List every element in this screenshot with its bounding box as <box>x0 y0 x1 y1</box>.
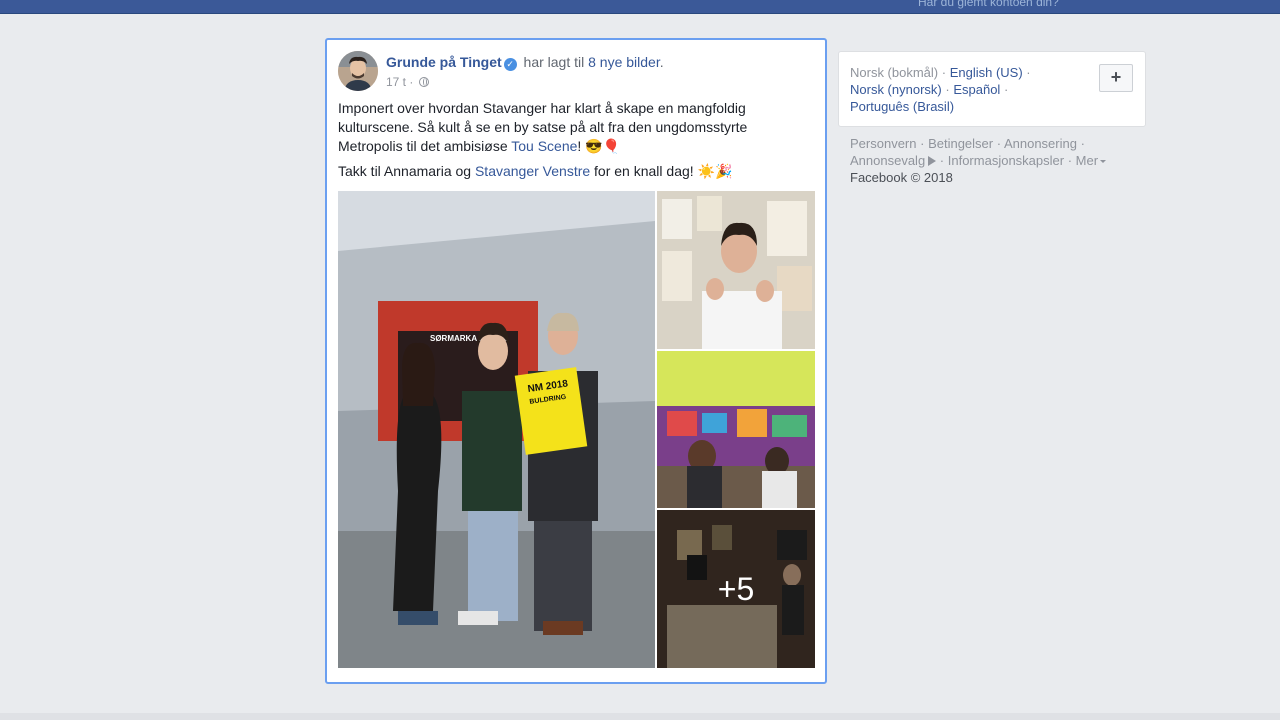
language-link-norsk-nynorsk[interactable]: Norsk (nynorsk) <box>850 82 942 97</box>
language-selector-box: Norsk (bokmål) · English (US) · Norsk (n… <box>838 51 1146 127</box>
language-link-espanol[interactable]: Español <box>953 82 1000 97</box>
more-photos-overlay[interactable]: +5 <box>657 510 815 668</box>
post-paragraph-1: Imponert over hvordan Stavanger har klar… <box>338 99 808 156</box>
footer-link-privacy[interactable]: Personvern <box>850 136 916 151</box>
language-link-english-us[interactable]: English (US) <box>950 65 1023 80</box>
stavanger-venstre-link[interactable]: Stavanger Venstre <box>475 163 590 179</box>
copyright-text: Facebook © 2018 <box>850 170 953 185</box>
post-paragraph-2: Takk til Annamaria og Stavanger Venstre … <box>338 162 808 181</box>
post-meta: 17 t · <box>386 75 429 89</box>
separator: · <box>939 153 948 168</box>
chevron-down-icon[interactable] <box>1100 160 1107 163</box>
meta-separator: · <box>409 75 417 89</box>
action-suffix: . <box>659 54 664 70</box>
footer-link-advertising[interactable]: Annonsering <box>1004 136 1077 151</box>
author-avatar[interactable] <box>338 51 378 91</box>
post-text: Imponert over hvordan Stavanger har klar… <box>338 99 808 187</box>
footer-link-more[interactable]: Mer <box>1076 153 1098 168</box>
ad-choices-icon[interactable] <box>928 156 937 166</box>
photo-2[interactable] <box>657 191 815 349</box>
separator: · <box>1080 136 1085 151</box>
top-navigation-bar: Har du glemt kontoen din? <box>0 0 1280 14</box>
bottom-divider <box>0 713 1280 720</box>
feed-post: Grunde på Tinget ✓ har lagt til 8 nye bil… <box>325 38 827 684</box>
add-language-button[interactable]: + <box>1099 64 1133 92</box>
post-text-part: ! 😎🎈 <box>577 138 621 154</box>
new-photos-link[interactable]: 8 nye bilder <box>588 54 660 70</box>
footer-link-terms[interactable]: Betingelser <box>928 136 993 151</box>
separator: · <box>941 65 950 80</box>
photo-3[interactable] <box>657 351 815 508</box>
footer-link-cookies[interactable]: Informasjonskapsler <box>948 153 1064 168</box>
photo-main[interactable]: SØRMARKA ARENA NM 2018 BULDRING <box>338 191 655 668</box>
post-text-part: Takk til Annamaria og <box>338 163 475 179</box>
post-header: Grunde på Tinget ✓ har lagt til 8 nye bil… <box>338 51 814 95</box>
post-header-line: Grunde på Tinget ✓ har lagt til 8 nye bil… <box>386 54 664 71</box>
footer-link-ad-choices[interactable]: Annonsevalg <box>850 153 925 168</box>
separator: · <box>1003 82 1009 97</box>
tou-scene-link[interactable]: Tou Scene <box>511 138 577 154</box>
photo-4-more[interactable]: +5 <box>657 510 815 668</box>
separator: · <box>920 136 929 151</box>
sidebar-footer: Personvern · Betingelser · Annonsering ·… <box>838 127 1146 194</box>
current-language: Norsk (bokmål) <box>850 65 939 80</box>
separator: · <box>1067 153 1076 168</box>
verified-badge-icon: ✓ <box>503 58 517 71</box>
language-list: Norsk (bokmål) · English (US) · Norsk (n… <box>850 64 1050 115</box>
forgot-account-link[interactable]: Har du glemt kontoen din? <box>918 0 1059 9</box>
separator: · <box>1026 65 1031 80</box>
right-sidebar: Norsk (bokmål) · English (US) · Norsk (n… <box>838 51 1146 194</box>
author-name-link[interactable]: Grunde på Tinget <box>386 54 502 70</box>
photo-grid: SØRMARKA ARENA NM 2018 BULDRING +5 <box>338 191 815 668</box>
post-text-part: for en knall dag! ☀️🎉 <box>590 163 733 179</box>
action-text: har lagt til <box>523 54 585 70</box>
language-link-portugues-brasil[interactable]: Português (Brasil) <box>850 99 954 114</box>
globe-icon[interactable] <box>418 77 429 87</box>
separator: · <box>996 136 1004 151</box>
post-timestamp[interactable]: 17 t <box>386 75 406 89</box>
